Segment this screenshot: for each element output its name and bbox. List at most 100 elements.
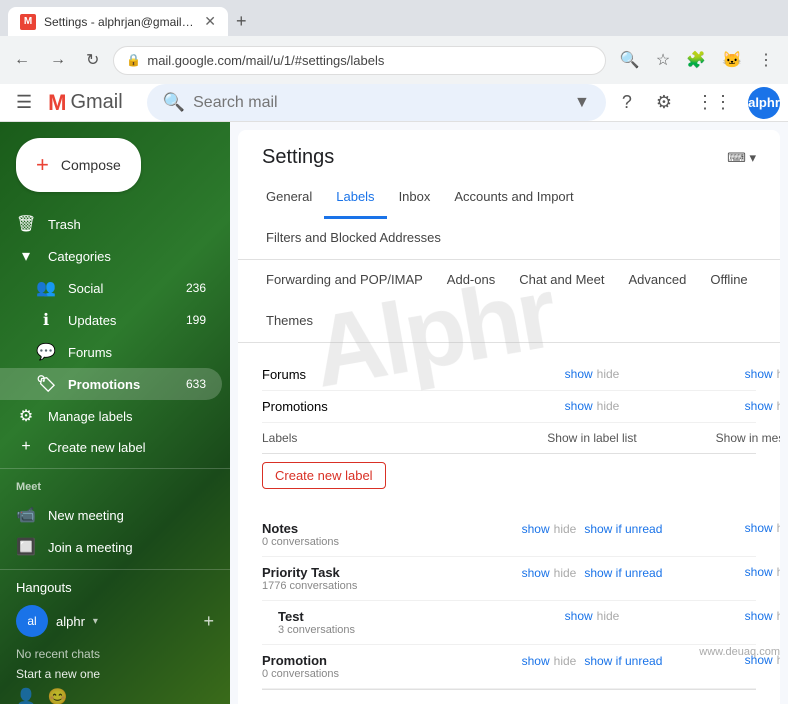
sidebar-item-new-meeting[interactable]: 📹 New meeting: [0, 499, 222, 531]
settings-nav-themes[interactable]: Themes: [254, 301, 325, 343]
promotion-hide-link[interactable]: hide: [554, 654, 577, 668]
promotions-hide-msg-link[interactable]: hide: [777, 399, 780, 413]
hamburger-menu-button[interactable]: ☰: [8, 84, 40, 121]
notes-conversations: 0 conversations: [262, 536, 502, 548]
sidebar-item-promotions[interactable]: 🏷 Promotions 633: [0, 368, 222, 400]
notes-show-link[interactable]: show: [522, 522, 550, 536]
forums-label-cell: Forums: [262, 367, 502, 382]
settings-nav-inbox[interactable]: Inbox: [387, 177, 443, 219]
refresh-button[interactable]: ↻: [80, 46, 105, 74]
priority-task-show-msg-link[interactable]: show: [745, 565, 773, 579]
sidebar-item-trash[interactable]: 🗑 Trash: [0, 208, 222, 240]
test-hide-link[interactable]: hide: [597, 609, 620, 623]
sidebar-item-join-meeting-label: Join a meeting: [48, 540, 206, 555]
promotion-show-link[interactable]: show: [522, 654, 550, 668]
hangouts-user[interactable]: al alphr ▾ +: [0, 599, 230, 643]
settings-nav-advanced[interactable]: Advanced: [617, 260, 699, 302]
keyboard-shortcuts-icon[interactable]: ⌨ ▾: [727, 150, 756, 166]
settings-title-text: Settings: [262, 146, 334, 169]
hangouts-people-icon[interactable]: 👤: [16, 687, 36, 704]
new-tab-button[interactable]: +: [228, 7, 255, 36]
cat-icon[interactable]: 🐱: [716, 46, 748, 74]
tab-close-button[interactable]: ✕: [204, 13, 216, 30]
promotions-show-link[interactable]: show: [565, 399, 593, 413]
bookmark-icon[interactable]: ☆: [650, 46, 676, 74]
settings-nav-general[interactable]: General: [254, 177, 324, 219]
search-input[interactable]: [193, 94, 566, 112]
create-label-icon: +: [16, 438, 36, 456]
settings-nav-offline[interactable]: Offline: [698, 260, 759, 302]
start-new-chat[interactable]: Start a new one: [0, 665, 230, 683]
settings-nav-forwarding[interactable]: Forwarding and POP/IMAP: [254, 260, 435, 302]
test-hide-msg-link[interactable]: hide: [777, 609, 780, 623]
address-bar[interactable]: 🔒 mail.google.com/mail/u/1/#settings/lab…: [113, 46, 605, 75]
create-label-button[interactable]: Create new label: [262, 462, 386, 489]
sidebar-item-join-meeting[interactable]: 🔲 Join a meeting: [0, 531, 222, 563]
search-options-icon[interactable]: ▼: [574, 94, 590, 112]
extensions-icon[interactable]: 🧩: [680, 46, 712, 74]
forums-show-msg-link[interactable]: show: [745, 367, 773, 381]
forums-hide-link[interactable]: hide: [597, 367, 620, 381]
social-icon: 👥: [36, 278, 56, 298]
back-button[interactable]: ←: [8, 47, 36, 73]
labels-col-header: Labels: [262, 431, 502, 445]
promotion-show-if-unread-link[interactable]: show if unread: [584, 654, 662, 668]
promotions-show-label-cell: show hide: [502, 399, 682, 413]
settings-title-bar: Settings ⌨ ▾: [238, 130, 780, 177]
sidebar-item-label-social: Social: [68, 281, 174, 296]
settings-nav-chat[interactable]: Chat and Meet: [507, 260, 616, 302]
test-label-cell: Test 3 conversations: [262, 609, 502, 636]
notes-hide-link[interactable]: hide: [554, 522, 577, 536]
hangouts-smiley-icon[interactable]: 😊: [48, 687, 68, 704]
compose-button[interactable]: + Compose: [16, 138, 141, 192]
forums-hide-msg-link[interactable]: hide: [777, 367, 780, 381]
promotions-hide-link[interactable]: hide: [597, 399, 620, 413]
promotions-show-msg-link[interactable]: show: [745, 399, 773, 413]
notes-hide-msg-link[interactable]: hide: [777, 521, 780, 535]
create-label-container: Create new label: [262, 462, 756, 505]
hangouts-section-header[interactable]: Hangouts: [0, 576, 230, 599]
forums-show-link[interactable]: show: [565, 367, 593, 381]
search-nav-icon[interactable]: 🔍: [614, 46, 646, 74]
search-icon: 🔍: [163, 92, 185, 113]
promotion-conversations: 0 conversations: [262, 668, 502, 680]
settings-nav-accounts[interactable]: Accounts and Import: [442, 177, 585, 219]
settings-nav-filters[interactable]: Filters and Blocked Addresses: [254, 218, 453, 260]
sidebar-item-new-meeting-label: New meeting: [48, 508, 206, 523]
search-bar[interactable]: 🔍 ▼: [147, 84, 606, 121]
test-show-link[interactable]: show: [565, 609, 593, 623]
sidebar-item-label-forums: Forums: [68, 345, 206, 360]
priority-task-label-name: Priority Task: [262, 565, 340, 580]
sidebar-item-categories[interactable]: ▾ Categories: [0, 240, 222, 272]
priority-task-hide-msg-link[interactable]: hide: [777, 565, 780, 579]
gmail-logo-text: Gmail: [70, 91, 122, 114]
sidebar-item-create-label[interactable]: + Create new label: [0, 432, 222, 462]
help-button[interactable]: ?: [614, 84, 640, 121]
notes-show-if-unread-link[interactable]: show if unread: [584, 522, 662, 536]
sidebar-item-forums[interactable]: 💬 Forums: [0, 336, 222, 368]
settings-nav-addons[interactable]: Add-ons: [435, 260, 507, 302]
settings-nav-row2: Forwarding and POP/IMAP Add-ons Chat and…: [238, 260, 780, 343]
priority-task-show-link[interactable]: show: [522, 566, 550, 580]
avatar[interactable]: alphr: [748, 87, 780, 119]
test-show-msg-link[interactable]: show: [745, 609, 773, 623]
test-show-msg-cell: show hide: [682, 609, 780, 623]
active-tab[interactable]: M Settings - alphrjan@gmail.com ✕: [8, 7, 228, 36]
notes-show-msg-link[interactable]: show: [745, 521, 773, 535]
sidebar-item-social[interactable]: 👥 Social 236: [0, 272, 222, 304]
sidebar-item-updates[interactable]: ℹ Updates 199: [0, 304, 222, 336]
priority-task-show-if-unread-link[interactable]: show if unread: [584, 566, 662, 580]
settings-nav-labels[interactable]: Labels: [324, 177, 386, 219]
forums-show-msg-cell: show hide: [682, 367, 780, 381]
sidebar-item-manage-labels[interactable]: ⚙ Manage labels: [0, 400, 222, 432]
forward-button[interactable]: →: [44, 47, 72, 73]
menu-dots-icon[interactable]: ⋮: [752, 46, 780, 74]
priority-task-hide-link[interactable]: hide: [554, 566, 577, 580]
sidebar-item-label-updates: Updates: [68, 313, 174, 328]
apps-button[interactable]: ⋮⋮: [688, 84, 740, 121]
settings-button[interactable]: ⚙: [648, 84, 680, 121]
browser-chrome: M Settings - alphrjan@gmail.com ✕ + ← → …: [0, 0, 788, 84]
categories-icon: ▾: [16, 246, 36, 266]
nav-icons: 🔍 ☆ 🧩 🐱 ⋮: [614, 46, 780, 74]
hangouts-add-button[interactable]: +: [203, 611, 214, 632]
